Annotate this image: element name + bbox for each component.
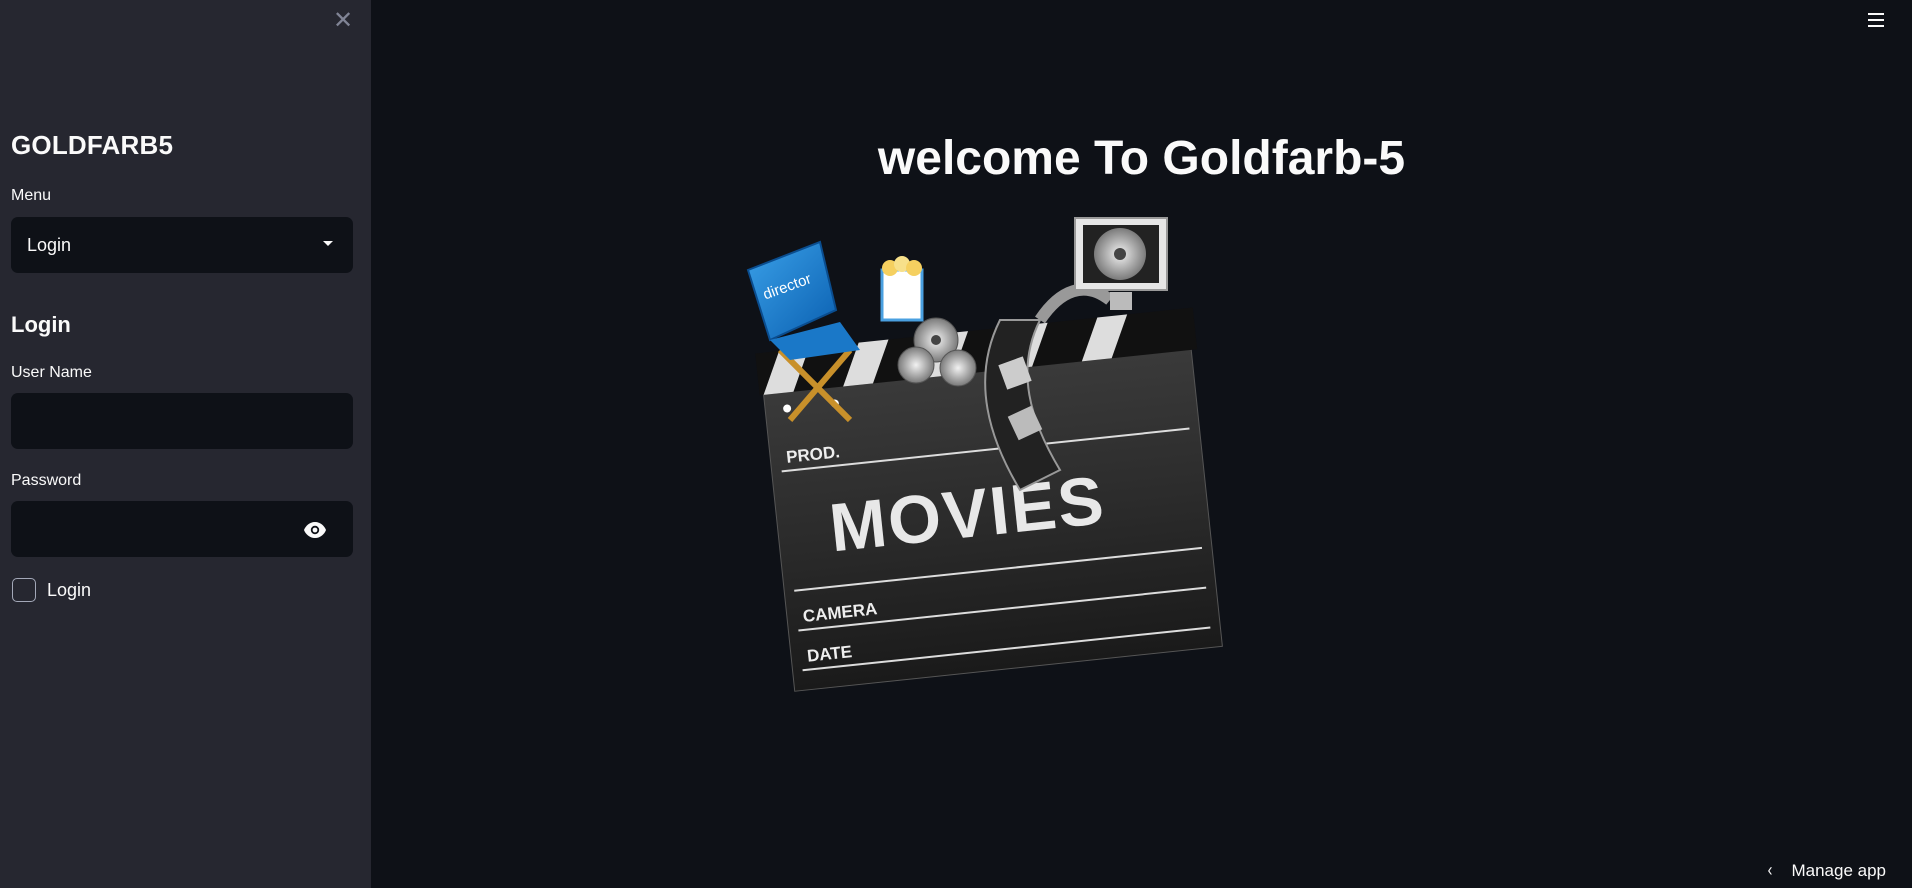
hamburger-icon — [1868, 13, 1884, 27]
monitor-reel-icon — [1074, 217, 1168, 310]
movies-hero-image: PROD. MOVIES CAMERA DATE director — [746, 217, 1223, 692]
main-menu-button[interactable] — [1868, 13, 1884, 29]
chevron-down-icon — [323, 241, 333, 246]
sidebar-brand: GOLDFARB5 — [11, 130, 174, 160]
manage-app-label: Manage app — [1791, 860, 1886, 880]
close-icon: ✕ — [333, 7, 354, 34]
manage-app-button[interactable]: ‹ Manage app — [1767, 860, 1886, 881]
login-checkbox[interactable] — [12, 578, 36, 602]
menu-select-value: Login — [27, 235, 72, 255]
login-checkbox-label: Login — [47, 580, 92, 600]
page-title: welcome To Goldfarb-5 — [877, 132, 1406, 185]
login-section-title: Login — [11, 312, 71, 337]
password-label: Password — [11, 472, 82, 489]
sidebar: ✕ GOLDFARB5 Menu Login Login User Name P… — [0, 0, 371, 888]
chevron-left-icon: ‹ — [1768, 860, 1773, 880]
eye-icon[interactable] — [303, 521, 327, 539]
popcorn-icon — [880, 256, 924, 322]
menu-label: Menu — [11, 187, 52, 204]
close-sidebar-button[interactable]: ✕ — [333, 7, 354, 34]
menu-select[interactable]: Login — [11, 217, 353, 273]
username-label: User Name — [11, 364, 92, 381]
password-input[interactable] — [11, 501, 353, 557]
username-input[interactable] — [11, 393, 353, 449]
